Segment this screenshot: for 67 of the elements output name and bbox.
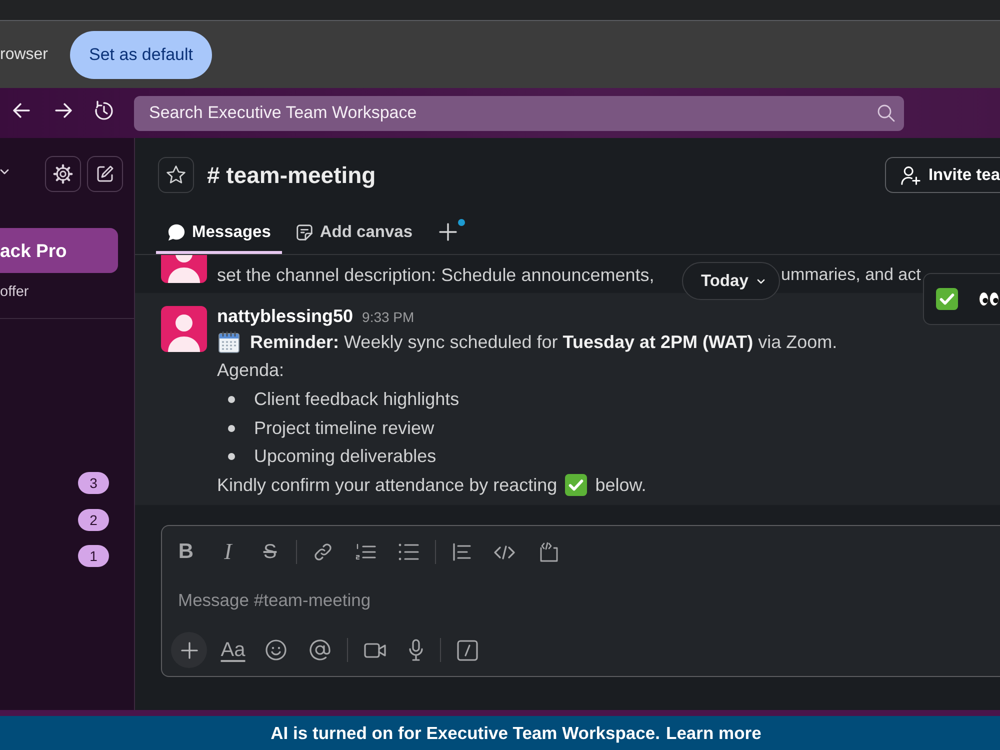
compose-button[interactable] <box>87 156 123 192</box>
banner-text: AI is turned on for Executive Team Workspace. <box>270 722 660 744</box>
bulleted-list-icon[interactable] <box>398 543 419 561</box>
plus-icon[interactable] <box>438 223 457 241</box>
author-name[interactable]: nattyblessing50 <box>217 304 354 328</box>
at-sign-icon[interactable] <box>309 639 331 661</box>
check-mark-icon <box>565 474 588 496</box>
tab[interactable]: Add canvas <box>284 210 424 254</box>
learn-more-link[interactable]: Learn more <box>666 722 762 744</box>
check-mark-icon[interactable] <box>936 288 958 310</box>
link-icon[interactable] <box>313 542 333 562</box>
chat-bubble-icon <box>167 222 186 242</box>
message-composer[interactable]: B I S Message #team-meeting Aa <box>161 525 1000 677</box>
message-text: Reminder: Weekly sync scheduled for Tuesday at 2PM (WAT) via Zoom. <box>250 332 838 353</box>
date-divider-button[interactable]: Today <box>682 262 780 300</box>
unread-count-badge: 3 <box>78 472 109 494</box>
code-icon[interactable] <box>494 544 515 560</box>
star-button[interactable] <box>158 157 194 193</box>
bullet-icon <box>228 424 235 432</box>
unread-count-badge: 2 <box>78 508 109 531</box>
calendar-icon <box>217 330 241 354</box>
eyes-icon[interactable] <box>978 291 1000 307</box>
message-text: set the channel description: Schedule announcements, <box>217 264 654 287</box>
channel-title: # team-meeting <box>207 162 376 188</box>
bullet-icon <box>228 396 235 403</box>
microphone-icon[interactable] <box>408 639 424 661</box>
list-item-text: Upcoming deliverables <box>254 446 436 468</box>
video-camera-icon[interactable] <box>364 642 386 658</box>
gear-icon <box>53 164 73 184</box>
compose-icon <box>95 164 115 184</box>
offer-text: offer <box>0 283 29 301</box>
bullet-icon <box>228 453 235 460</box>
invite-button[interactable]: Invite tea <box>885 157 1000 193</box>
search-icon[interactable] <box>877 104 895 122</box>
avatar-icon <box>161 306 207 352</box>
text-format-button[interactable]: Aa <box>217 634 249 666</box>
search-field[interactable]: Search Executive Team Workspace <box>134 96 904 130</box>
attach-button[interactable] <box>171 632 207 668</box>
message-text: Agenda: <box>217 360 284 382</box>
strikethrough-button[interactable]: S <box>254 536 286 568</box>
infobar-text: rowser <box>0 46 48 64</box>
blockquote-icon[interactable] <box>452 542 472 562</box>
italic-button[interactable]: I <box>212 536 244 568</box>
chevron-icon[interactable] <box>0 169 9 175</box>
forward-arrow-icon[interactable] <box>55 103 72 118</box>
unread-count-badge: 1 <box>78 545 109 568</box>
upgrade-button[interactable]: ack Pro <box>0 228 118 273</box>
canvas-icon <box>294 222 314 242</box>
slash-box-icon[interactable] <box>457 640 478 660</box>
message-time: 9:33 PM <box>362 308 414 327</box>
message-text: ummaries, and act <box>781 264 921 286</box>
history-icon[interactable] <box>93 100 115 122</box>
back-arrow-icon[interactable] <box>13 103 30 118</box>
numbered-list-icon[interactable] <box>355 542 376 562</box>
settings-button[interactable] <box>45 156 81 192</box>
caret-icon <box>757 278 766 284</box>
list-item-text: Client feedback highlights <box>254 388 460 410</box>
smiley-icon[interactable] <box>265 639 287 661</box>
set-default-button[interactable]: Set as default <box>70 30 212 78</box>
bold-button[interactable]: B <box>170 536 202 568</box>
plus-icon <box>180 642 198 658</box>
message-text: Kindly confirm your attendance by reacting <box>217 474 558 496</box>
person-add-icon <box>900 164 922 186</box>
message-text: below. <box>595 474 646 496</box>
star-icon <box>165 164 187 186</box>
list-item-text: Project timeline review <box>254 418 434 439</box>
message-input[interactable]: Message #team-meeting <box>162 580 1000 620</box>
